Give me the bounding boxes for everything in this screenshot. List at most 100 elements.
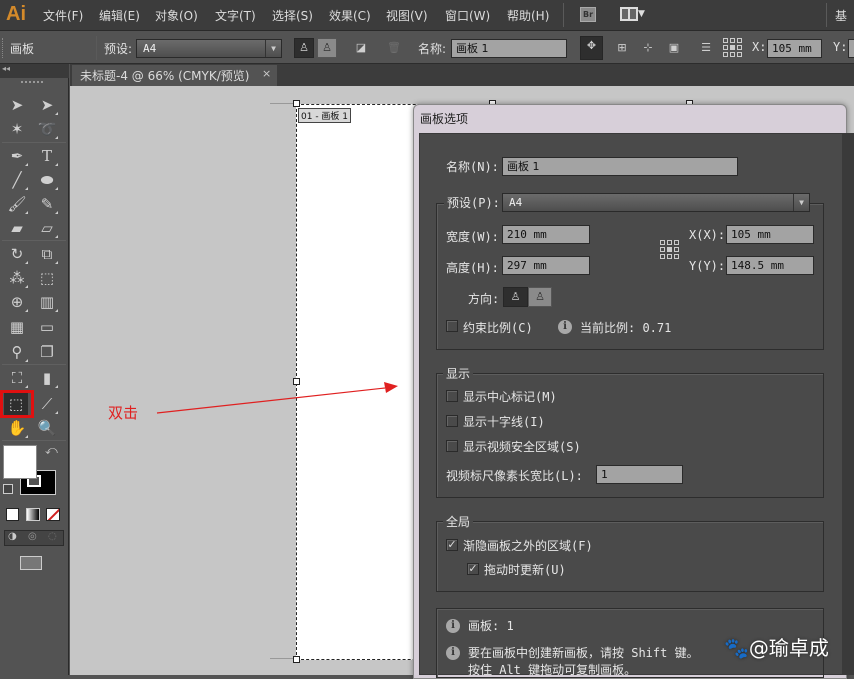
arrange-documents-icon[interactable] (620, 7, 638, 21)
menu-bar: Ai 文件(F) 编辑(E) 对象(O) 文字(T) 选择(S) 效果(C) 视… (0, 0, 854, 31)
draw-normal-icon[interactable]: ◑ (8, 531, 17, 542)
ellipse-tool[interactable]: ⬬ (35, 169, 59, 191)
pixel-aspect-ratio-input[interactable]: 1 (596, 465, 683, 484)
height-input[interactable]: 297 mm (502, 256, 590, 275)
preset-dropdown[interactable]: A4 ▼ (136, 39, 282, 58)
scale-tool[interactable]: ⧉ (35, 243, 59, 265)
arrow-head (384, 382, 398, 393)
reference-point-icon[interactable] (723, 38, 743, 58)
selection-tool[interactable]: ➤ (5, 94, 29, 116)
blend-tool[interactable]: ❐ (35, 341, 59, 363)
preset-dropdown[interactable]: A4 ▼ (502, 193, 810, 212)
artboard-name-input[interactable]: 画板 1 (502, 157, 738, 176)
menu-select[interactable]: 选择(S) (272, 7, 313, 24)
rotate-tool[interactable]: ↻ (5, 243, 29, 265)
menu-file[interactable]: 文件(F) (43, 7, 83, 24)
y-input[interactable] (848, 39, 854, 58)
reference-point-icon[interactable] (660, 240, 680, 260)
swap-colors-icon[interactable]: ⤺ (45, 443, 58, 458)
document-tab[interactable]: 未标题-4 @ 66% (CMYK/预览) (72, 65, 277, 86)
close-icon[interactable]: × (262, 67, 271, 80)
magic-wand-tool[interactable]: ✶ (5, 118, 29, 140)
pencil-tool[interactable]: ✎ (35, 193, 59, 215)
draw-inside-icon[interactable]: ◌ (48, 531, 57, 542)
x-input[interactable]: 105 mm (726, 225, 814, 244)
constrain-proportions-checkbox[interactable] (446, 320, 458, 332)
menu-window[interactable]: 窗口(W) (445, 7, 490, 24)
menu-help[interactable]: 帮助(H) (507, 7, 549, 24)
collapse-icon[interactable]: ◂◂ (2, 64, 10, 73)
eyedropper-tool[interactable]: ⚲ (5, 341, 29, 363)
eraser-tool[interactable]: ▱ (35, 217, 59, 239)
x-input[interactable]: 105 mm (767, 39, 822, 58)
show-crosshairs-checkbox[interactable] (446, 415, 458, 427)
show-center-mark-icon[interactable]: ⊞ (612, 38, 632, 58)
width-input[interactable]: 210 mm (502, 225, 590, 244)
slice-tool[interactable]: ⟋ (35, 393, 59, 415)
hand-tool[interactable]: ✋ (5, 417, 29, 439)
constrain-proportions-label: 约束比例(C) (463, 321, 533, 335)
move-copy-artwork-icon[interactable]: ✥ (580, 36, 603, 60)
artboard-options-icon[interactable]: ☰ (696, 38, 716, 58)
show-center-mark-checkbox[interactable] (446, 390, 458, 402)
global-group (436, 521, 824, 592)
document-tab-title: 未标题-4 @ 66% (CMYK/预览) (80, 69, 250, 83)
symbol-sprayer-tool[interactable]: ⛶ (5, 367, 29, 389)
artboard-name-input[interactable]: 画板 1 (451, 39, 567, 58)
grip-handle[interactable] (21, 81, 43, 83)
preset-label: 预设: (104, 42, 133, 56)
fill-color-swatch[interactable] (3, 445, 37, 479)
artboard-handle[interactable] (293, 100, 300, 107)
chevron-down-icon: ▼ (793, 194, 809, 211)
width-tool[interactable]: ⁂ (5, 267, 29, 289)
lasso-tool[interactable]: ➰ (35, 118, 59, 140)
update-while-dragging-checkbox[interactable]: ✓ (467, 563, 479, 575)
color-mode-icon[interactable] (6, 508, 19, 521)
info-icon: i (446, 619, 460, 633)
change-screen-mode-icon[interactable] (20, 556, 42, 570)
hint-text-line2: 按住 Alt 键拖动可复制画板。 (468, 663, 637, 677)
show-video-safe-areas-icon[interactable]: ▣ (664, 38, 684, 58)
artboard-handle[interactable] (293, 656, 300, 663)
portrait-orientation-button[interactable]: ♙ (503, 287, 528, 307)
blob-brush-tool[interactable]: ▰ (5, 217, 29, 239)
default-colors-icon[interactable] (3, 484, 13, 494)
y-label: Y: (833, 40, 848, 54)
new-artboard-icon[interactable]: ◪ (351, 38, 371, 58)
portrait-orientation-button[interactable]: ♙ (294, 38, 314, 58)
show-crosshairs-icon[interactable]: ⊹ (638, 38, 658, 58)
grip-handle[interactable] (2, 38, 5, 58)
direct-selection-tool[interactable]: ➤ (35, 94, 59, 116)
paintbrush-tool[interactable]: 🖌 (5, 193, 29, 215)
gradient-tool[interactable]: ▭ (35, 316, 59, 338)
menu-edit[interactable]: 编辑(E) (99, 7, 140, 24)
watermark-text: @瑜卓成 (748, 636, 829, 660)
menu-object[interactable]: 对象(O) (155, 7, 198, 24)
line-segment-tool[interactable]: ╱ (5, 169, 29, 191)
none-mode-icon[interactable] (46, 508, 60, 521)
column-graph-tool[interactable]: ▮ (35, 367, 59, 389)
free-transform-tool[interactable]: ⬚ (35, 267, 59, 289)
info-icon: i (558, 320, 572, 334)
bridge-button[interactable]: Br (580, 7, 596, 22)
delete-artboard-icon[interactable]: 🗑 (384, 38, 404, 58)
landscape-orientation-button[interactable]: ♙ (317, 38, 337, 58)
menu-type[interactable]: 文字(T) (215, 7, 256, 24)
landscape-orientation-button[interactable]: ♙ (528, 287, 552, 307)
zoom-tool[interactable]: 🔍 (35, 417, 59, 439)
menu-view[interactable]: 视图(V) (386, 7, 428, 24)
type-tool[interactable]: T (35, 145, 59, 167)
draw-behind-icon[interactable]: ◎ (28, 531, 37, 542)
perspective-grid-tool[interactable]: ▥ (35, 291, 59, 313)
gradient-mode-icon[interactable] (26, 508, 40, 521)
chevron-down-icon[interactable]: ▼ (638, 9, 645, 19)
shape-builder-tool[interactable]: ⊕ (5, 291, 29, 313)
pen-tool[interactable]: ✒ (5, 145, 29, 167)
y-input[interactable]: 148.5 mm (726, 256, 814, 275)
mesh-tool[interactable]: ▦ (5, 316, 29, 338)
workspace-switcher[interactable]: 基 (835, 7, 847, 24)
fade-outside-region-checkbox[interactable]: ✓ (446, 539, 458, 551)
highlight-box (0, 390, 34, 418)
menu-effect[interactable]: 效果(C) (329, 7, 371, 24)
show-video-safe-areas-checkbox[interactable] (446, 440, 458, 452)
